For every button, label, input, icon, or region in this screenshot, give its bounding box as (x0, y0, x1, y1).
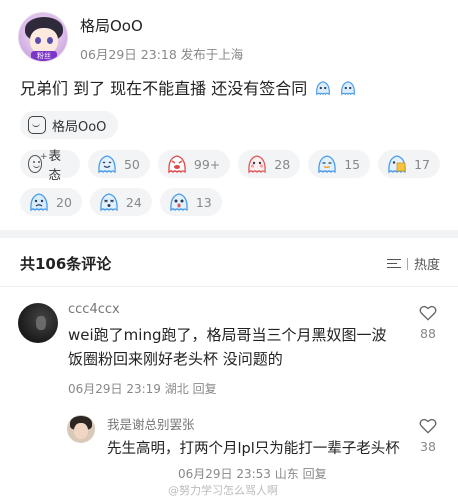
reply-avatar[interactable] (67, 415, 95, 443)
reply-meta: 06月29日 23:53 山东 回复 (178, 465, 327, 482)
reaction-bar: + 表态 50 99+ 28 15 17 20 24 13 (20, 148, 440, 226)
express-label: 表态 (48, 148, 61, 182)
reaction-chip[interactable]: 15 (308, 150, 371, 178)
post-meta: 06月29日 23:18 发布于上海 (80, 44, 243, 63)
mention-icon (28, 116, 46, 134)
reaction-count: 17 (414, 156, 430, 172)
fan-badge: 粉丝 (31, 51, 57, 61)
angry-ghost-icon (168, 155, 186, 174)
reaction-count: 28 (274, 156, 291, 172)
post-location: 发布于上海 (180, 47, 244, 62)
post-content: 兄弟们 到了 现在不能直播 还没有签合同 (20, 75, 357, 99)
section-divider (0, 230, 458, 238)
ghost-emoji-icon (341, 81, 356, 96)
comment-location: 湖北 (164, 382, 189, 396)
like-heart-icon[interactable] (419, 305, 437, 321)
reaction-chip[interactable]: 20 (20, 188, 82, 216)
reaction-count: 24 (125, 194, 142, 210)
reaction-chip[interactable]: 28 (238, 150, 301, 178)
smile-ghost-icon (98, 155, 116, 174)
comments-header: 共106条评论 热度 (0, 238, 458, 286)
comment-text: wei跑了ming跑了，格局哥当三个月黑奴图一波饭圈粉回来刚好老头杯 没问题的 (68, 326, 387, 368)
watermark: @努力学习怎么骂人啊 (168, 484, 278, 497)
mention-label: 格局OoO (52, 119, 107, 135)
reaction-chip[interactable]: 17 (378, 150, 440, 178)
reply-location: 山东 (274, 467, 299, 481)
comment-avatar[interactable] (18, 303, 58, 343)
reply-username[interactable]: 我是谢总别罢张 (107, 414, 195, 433)
post-text: 兄弟们 到了 现在不能直播 还没有签合同 (20, 79, 308, 98)
sort-icon (386, 258, 401, 270)
reaction-chip[interactable]: 50 (87, 150, 150, 178)
surprised-ghost-icon (170, 193, 188, 212)
sad-ghost-icon (30, 193, 48, 212)
reply-button[interactable]: 回复 (193, 382, 217, 396)
sly-ghost-icon (318, 155, 336, 174)
header-divider (0, 286, 458, 287)
mention-chip[interactable]: 格局OoO (20, 111, 119, 139)
reply-button[interactable]: 回复 (303, 467, 327, 481)
comment-username[interactable]: ccc4ccx (68, 302, 120, 317)
sort-label: 热度 (413, 258, 440, 273)
comments-count-title: 共106条评论 (20, 255, 112, 273)
reaction-chip[interactable]: 24 (89, 188, 152, 216)
comment-meta: 06月29日 23:19 湖北 回复 (68, 380, 217, 397)
author-name[interactable]: 格局OoO (80, 15, 143, 36)
author-avatar[interactable]: 粉丝 (18, 12, 68, 62)
shy-ghost-icon (248, 155, 267, 174)
dizzy-ghost-icon (100, 193, 118, 212)
like-heart-icon[interactable] (419, 418, 437, 434)
smile-add-icon: + (28, 152, 47, 173)
comment-date: 06月29日 23:19 (68, 382, 161, 396)
like-count: 38 (420, 439, 436, 454)
book-ghost-icon (388, 155, 406, 174)
reaction-chip[interactable]: 99+ (157, 150, 231, 178)
sort-separator (406, 257, 408, 270)
reaction-count: 99+ (193, 156, 221, 172)
reaction-count: 20 (56, 194, 72, 210)
reply-text: 先生高明，打两个月lpl只为能打一辈子老头杯 (107, 441, 400, 457)
express-button[interactable]: + 表态 (20, 148, 80, 182)
reaction-chip[interactable]: 13 (159, 188, 222, 216)
post-card: 粉丝 格局OoO 06月29日 23:18 发布于上海 兄弟们 到了 现在不能直… (0, 0, 458, 230)
sort-toggle[interactable]: 热度 (386, 254, 440, 273)
reaction-count: 13 (195, 194, 212, 210)
reply-date: 06月29日 23:53 (178, 467, 271, 481)
reaction-count: 50 (123, 156, 140, 172)
ghost-emoji-icon (316, 81, 331, 96)
reaction-count: 15 (344, 156, 361, 172)
like-count: 88 (420, 326, 436, 341)
post-date: 06月29日 23:18 (80, 47, 177, 62)
